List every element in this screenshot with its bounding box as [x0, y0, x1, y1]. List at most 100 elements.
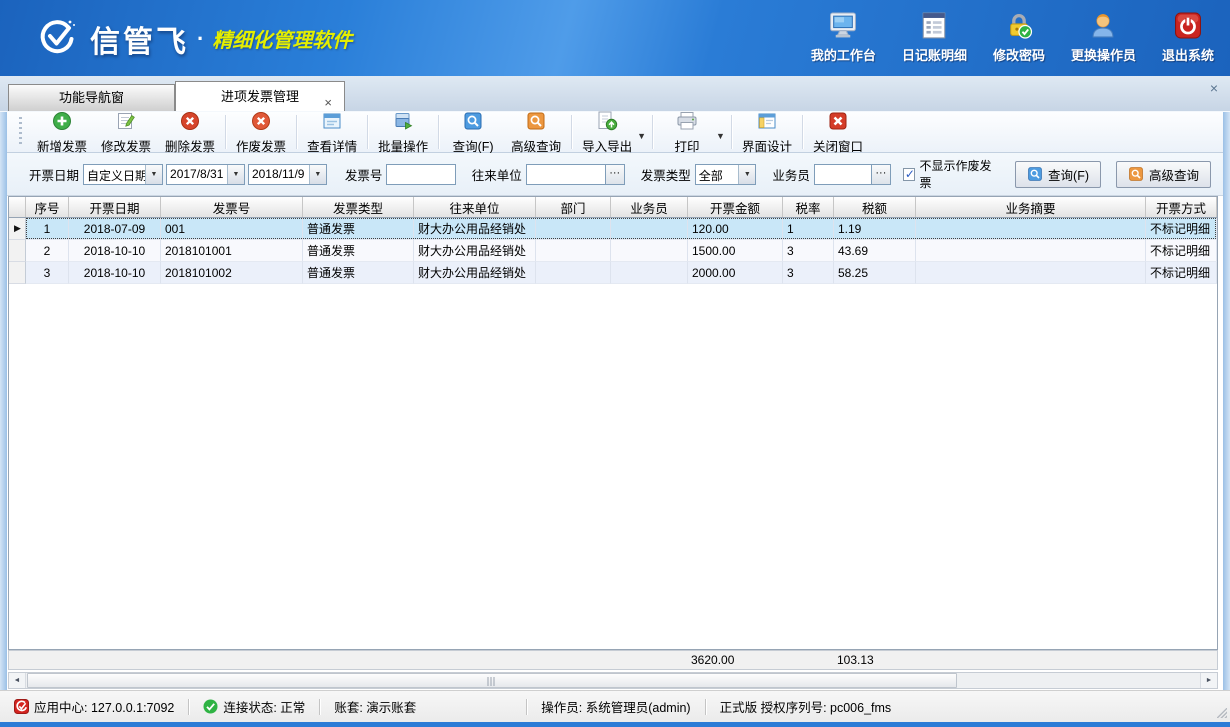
status-account-set: 账套: 演示账套	[334, 697, 416, 716]
cell: 3	[783, 262, 834, 284]
cell: 2018101001	[161, 240, 303, 262]
invoice-no-input[interactable]	[386, 164, 455, 185]
cell	[536, 218, 611, 240]
date-from-select[interactable]: 2017/8/31	[166, 164, 245, 185]
cell: 2018-07-09	[69, 218, 161, 240]
status-operator: 操作员: 系统管理员(admin)	[541, 697, 690, 716]
horizontal-scrollbar[interactable]	[8, 672, 1218, 689]
toolbar-button-void-invoice[interactable]: 作废发票	[229, 109, 293, 156]
cell: 58.25	[834, 262, 916, 284]
status-separator	[705, 699, 706, 715]
invoice-date-label: 开票日期	[29, 165, 79, 184]
advanced-query-button[interactable]: 高级查询	[1116, 161, 1211, 188]
partner-input[interactable]	[526, 164, 606, 185]
cell: 1.19	[834, 218, 916, 240]
cell	[916, 218, 1146, 240]
table-row[interactable]: 1 2018-07-09 001 普通发票 财大办公用品经销处 120.00 1…	[9, 218, 1217, 240]
column-header-invoice-type[interactable]: 发票类型	[303, 197, 414, 217]
column-header-amount[interactable]: 开票金额	[688, 197, 783, 217]
salesman-browse-button[interactable]: ···	[872, 164, 891, 185]
toolbar-button-delete-invoice[interactable]: 删除发票	[158, 109, 222, 156]
toolbar-button-edit-invoice[interactable]: 修改发票	[94, 109, 158, 156]
action-switch-operator[interactable]: 更换操作员	[1071, 12, 1136, 64]
toolbar-button-batch-operation[interactable]: 批量操作	[371, 109, 435, 156]
chevron-down-icon[interactable]	[227, 165, 244, 184]
partner-browse-button[interactable]: ···	[606, 164, 625, 185]
column-header-tax-rate[interactable]: 税率	[783, 197, 834, 217]
cell: 2000.00	[688, 262, 783, 284]
cell: 财大办公用品经销处	[414, 262, 536, 284]
table-row[interactable]: 3 2018-10-10 2018101002 普通发票 财大办公用品经销处 2…	[9, 262, 1217, 284]
toolbar-button-import-export[interactable]: 导入导出	[575, 109, 639, 156]
tab-input-invoice-mgmt[interactable]: 进项发票管理 ×	[175, 81, 345, 111]
query-button[interactable]: 查询(F)	[1015, 161, 1101, 188]
cell: 3	[26, 262, 69, 284]
cell	[611, 240, 688, 262]
column-header-invoice-no[interactable]: 发票号	[161, 197, 303, 217]
checkbox-checked-icon[interactable]	[903, 168, 916, 181]
toolbar-separator	[731, 115, 732, 149]
salesman-input[interactable]	[814, 164, 872, 185]
lock-check-icon	[1005, 12, 1033, 42]
person-icon	[1089, 12, 1117, 42]
column-header-partner[interactable]: 往来单位	[414, 197, 536, 217]
cell: 2018-10-10	[69, 240, 161, 262]
tab-function-nav[interactable]: 功能导航窗	[8, 84, 175, 111]
cell: 财大办公用品经销处	[414, 240, 536, 262]
action-my-workbench[interactable]: 我的工作台	[811, 12, 876, 64]
toolbar-button-add-invoice[interactable]: 新增发票	[30, 109, 94, 156]
scroll-left-button[interactable]	[9, 673, 26, 688]
x-circle-icon	[180, 111, 200, 134]
import-export-icon	[596, 111, 618, 134]
scroll-right-button[interactable]	[1200, 673, 1217, 688]
hide-void-checkbox[interactable]: 不显示作废发票	[903, 157, 1000, 191]
app-logo-icon	[14, 699, 29, 714]
cell	[611, 262, 688, 284]
chevron-down-icon[interactable]	[738, 165, 755, 184]
column-header-seq[interactable]: 序号	[26, 197, 69, 217]
cell: 1	[26, 218, 69, 240]
detail-panel-icon	[322, 111, 342, 134]
cell	[611, 218, 688, 240]
chevron-down-icon[interactable]: ▼	[637, 131, 646, 141]
journal-icon	[920, 12, 948, 42]
magnifier-orange-icon	[1128, 166, 1144, 182]
toolbar-button-ui-design[interactable]: 界面设计	[735, 109, 799, 156]
invoice-type-select[interactable]: 全部	[695, 164, 757, 185]
hide-void-label: 不显示作废发票	[919, 157, 1000, 191]
column-header-invoice-date[interactable]: 开票日期	[69, 197, 161, 217]
column-header-tax-amount[interactable]: 税额	[834, 197, 916, 217]
action-change-password[interactable]: 修改密码	[993, 12, 1045, 64]
tabstrip-close-icon[interactable]: ×	[1210, 80, 1218, 96]
column-header-department[interactable]: 部门	[536, 197, 611, 217]
toolbar-grip[interactable]	[19, 117, 22, 147]
chevron-down-icon[interactable]	[309, 165, 326, 184]
chevron-down-icon[interactable]: ▼	[716, 131, 725, 141]
column-header-salesman[interactable]: 业务员	[611, 197, 688, 217]
toolbar-button-advanced-query[interactable]: 高级查询	[504, 109, 568, 156]
cell: 120.00	[688, 218, 783, 240]
date-mode-select[interactable]: 自定义日期	[83, 164, 163, 185]
tab-label: 功能导航窗	[59, 90, 124, 105]
totals-row: 3620.00 103.13	[8, 650, 1218, 670]
tab-label: 进项发票管理	[221, 89, 299, 104]
chevron-down-icon[interactable]	[145, 165, 162, 184]
toolbar-button-print[interactable]: 打印	[656, 109, 718, 156]
toolbar-button-query[interactable]: 查询(F)	[442, 109, 504, 156]
monitor-icon	[828, 12, 858, 42]
brand-logo-icon	[36, 16, 78, 61]
action-label: 日记账明细	[902, 45, 967, 64]
date-to-select[interactable]: 2018/11/9	[248, 164, 327, 185]
table-row[interactable]: 2 2018-10-10 2018101001 普通发票 财大办公用品经销处 1…	[9, 240, 1217, 262]
scroll-thumb[interactable]	[27, 673, 957, 688]
action-exit-system[interactable]: 退出系统	[1162, 12, 1214, 64]
cell: 2018-10-10	[69, 262, 161, 284]
column-header-billing-method[interactable]: 开票方式	[1146, 197, 1217, 217]
action-journal-detail[interactable]: 日记账明细	[902, 12, 967, 64]
power-icon	[1174, 12, 1202, 42]
invoice-no-label: 发票号	[345, 165, 383, 184]
column-header-summary[interactable]: 业务摘要	[916, 197, 1146, 217]
cell	[916, 262, 1146, 284]
toolbar-button-close-window[interactable]: 关闭窗口	[806, 109, 870, 156]
toolbar-button-view-detail[interactable]: 查看详情	[300, 109, 364, 156]
